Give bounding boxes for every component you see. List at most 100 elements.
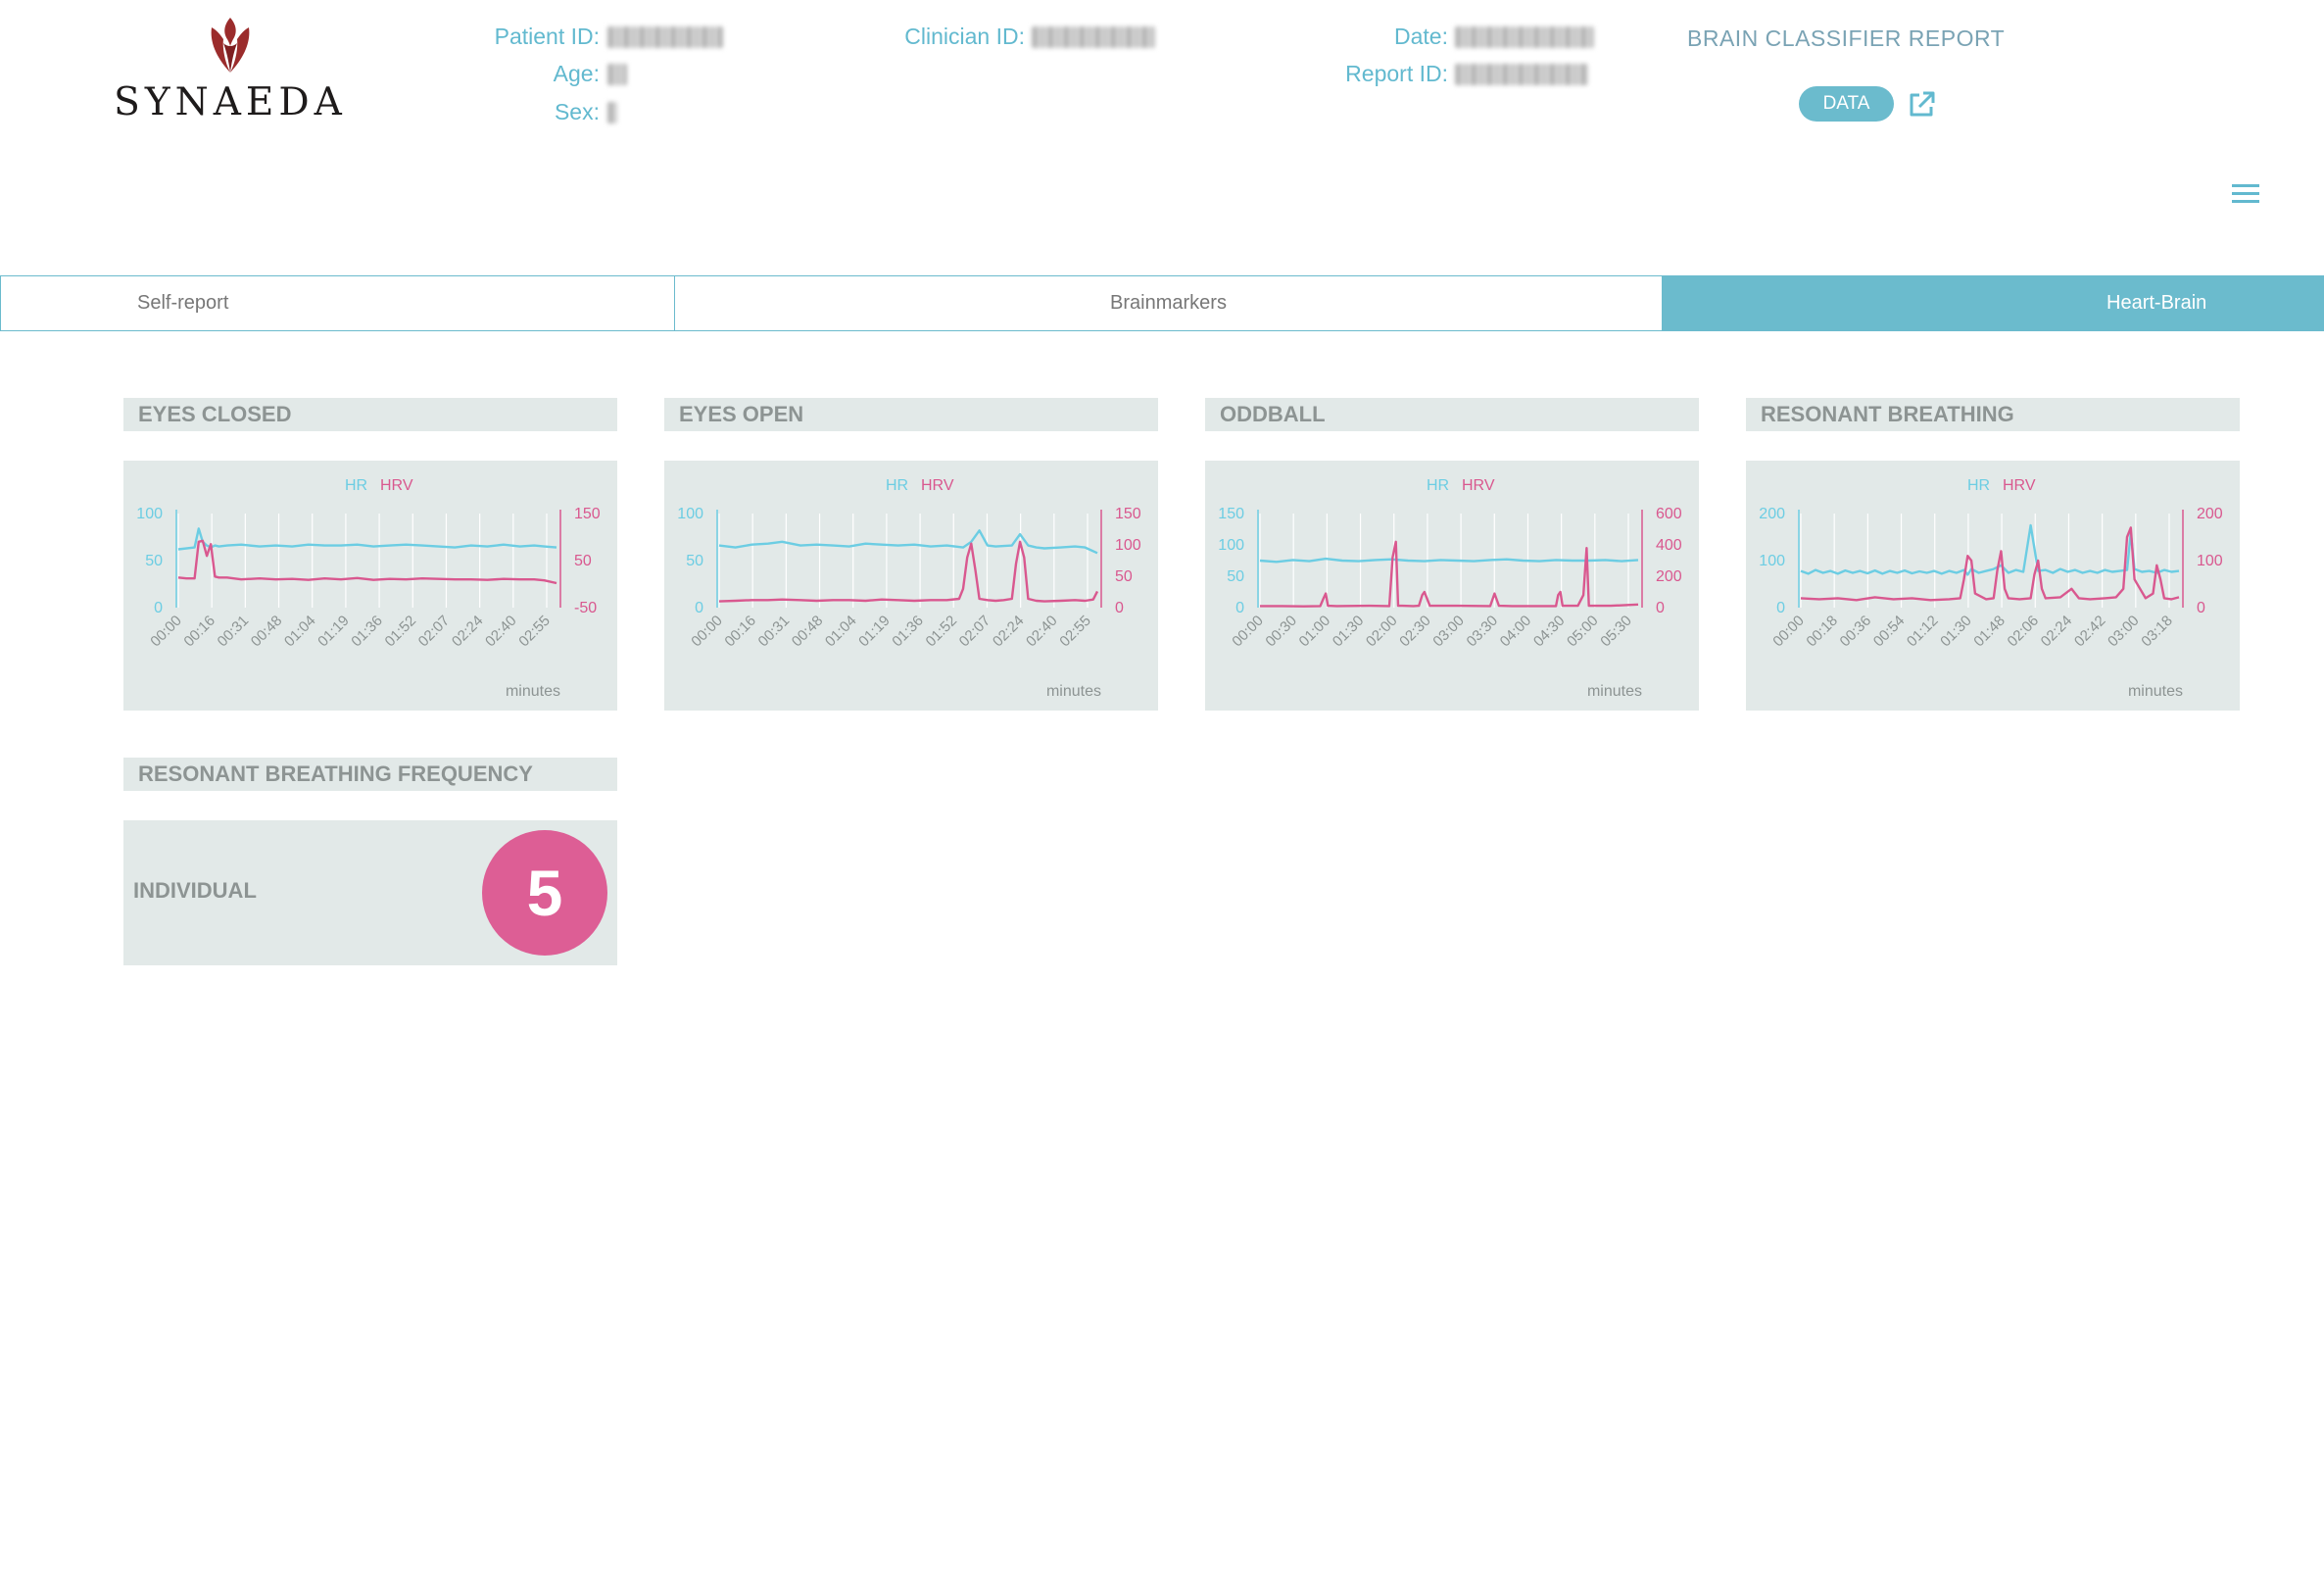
y-right-tick: 150: [1115, 506, 1141, 522]
panel-title-eyes-closed: EYES CLOSED: [123, 398, 617, 431]
x-tick-label: 01:30: [1937, 613, 1975, 651]
x-tick-label: 02:40: [1023, 613, 1061, 651]
x-tick-label: 01:19: [315, 613, 353, 651]
x-tick-label: 00:16: [721, 613, 759, 651]
menu-bar-bottom: [2232, 200, 2259, 203]
x-tick-label: 02:00: [1363, 613, 1401, 651]
x-tick-label: 00:31: [215, 613, 253, 651]
y-right-tick: 0: [1115, 600, 1124, 616]
x-tick-label: 00:16: [180, 613, 218, 651]
tab-bar: Self-report Brainmarkers Heart-Brain: [0, 275, 2324, 332]
tab-self-report[interactable]: Self-report: [0, 275, 675, 331]
y-left-tick: 100: [1759, 553, 1785, 569]
y-right-tick: 100: [2197, 553, 2223, 569]
y-left-tick: 0: [1235, 600, 1244, 616]
x-tick-label: 00:48: [248, 613, 286, 651]
y-right-tick: 0: [2197, 600, 2205, 616]
tab-brainmarkers-label: Brainmarkers: [1110, 292, 1227, 314]
hrv-series-line: [177, 539, 557, 585]
x-tick-label: 05:30: [1597, 613, 1635, 651]
x-tick-label: 00:31: [755, 613, 794, 651]
tab-heart-brain[interactable]: Heart-Brain: [1663, 275, 2324, 331]
x-tick-label: 00:36: [1837, 613, 1875, 651]
x-tick-label: 01:04: [822, 613, 860, 651]
sex-label: Sex:: [554, 99, 600, 124]
tab-self-report-label: Self-report: [137, 292, 229, 314]
y-right-tick: 100: [1115, 537, 1141, 554]
y-left-tick: 100: [1218, 537, 1244, 554]
legend-hrv: HRV: [921, 477, 954, 494]
panel-title-resonant-breathing: RESONANT BREATHING: [1746, 398, 2240, 431]
eyes-open-chart: HR HRV 100 50 0 150 100 50 0 00:00 00:16 00:31 00:48…: [664, 461, 1158, 711]
eyes-open-chart-svg: HR HRV10050015010050000:0000:1600:3100:48…: [677, 477, 1141, 700]
y-left-tick: 0: [154, 600, 163, 616]
age-label: Age:: [553, 61, 600, 86]
x-tick-label: 02:30: [1396, 613, 1434, 651]
hr-series-line: [1800, 523, 2180, 576]
legend-hr: HR: [1427, 477, 1449, 494]
x-tick-label: 02:06: [2005, 613, 2043, 651]
date-label: Date:: [1394, 24, 1448, 49]
x-tick-label: 02:07: [956, 613, 994, 651]
y-left-tick: 0: [695, 600, 703, 616]
y-left-tick: 0: [1776, 600, 1785, 616]
clinician-id-label: Clinician ID:: [904, 24, 1025, 49]
legend-hr: HR: [345, 477, 367, 494]
tab-heart-brain-label: Heart-Brain: [2106, 292, 2207, 314]
hrv-series-line: [1260, 540, 1639, 608]
oddball-chart-svg: HR HRV150100500600400200000:0000:3001:000…: [1218, 477, 1682, 700]
y-left-tick: 200: [1759, 506, 1785, 522]
report-id-value: [1455, 64, 1588, 85]
hr-series-line: [1259, 557, 1639, 564]
frequency-label: INDIVIDUAL: [133, 878, 257, 903]
legend-hr: HR: [886, 477, 908, 494]
x-tick-label: 02:24: [449, 613, 487, 651]
panel-title-eyes-open: EYES OPEN: [664, 398, 1158, 431]
eyes-closed-chart-svg: HR HRV10050015050-5000:0000:1600:3100:480…: [136, 477, 601, 700]
x-tick-label: 00:00: [1769, 613, 1808, 651]
patient-id-label: Patient ID:: [494, 24, 600, 49]
x-tick-label: 02:40: [482, 613, 520, 651]
y-right-tick: 150: [574, 506, 601, 522]
x-tick-label: 04:30: [1530, 613, 1569, 651]
x-tick-label: 05:00: [1564, 613, 1602, 651]
menu-bar-middle: [2232, 192, 2259, 195]
data-button[interactable]: DATA: [1799, 86, 1894, 122]
resonant-breathing-chart: HR HRV 200 100 0 200 100 0 00:00 00:18 00:36 00:54 0…: [1746, 461, 2240, 711]
y-left-tick: 50: [145, 553, 163, 569]
tulip-icon: [211, 18, 250, 73]
y-right-tick: 50: [574, 553, 592, 569]
y-left-tick: 100: [677, 506, 703, 522]
tab-brainmarkers[interactable]: Brainmarkers: [674, 275, 1663, 331]
hamburger-menu-icon[interactable]: [2232, 184, 2259, 206]
y-right-tick: 0: [1656, 600, 1665, 616]
x-axis-label: minutes: [2128, 683, 2183, 700]
x-axis-label: minutes: [1046, 683, 1101, 700]
x-tick-label: 00:00: [688, 613, 726, 651]
clinician-id-value: [1032, 26, 1155, 48]
y-right-tick: 400: [1656, 537, 1682, 554]
synaeda-logo: SYNAEDA: [108, 14, 353, 124]
x-tick-label: 00:00: [147, 613, 185, 651]
hrv-series-line: [1800, 526, 2180, 602]
x-tick-label: 01:36: [889, 613, 927, 651]
hrv-series-line: [718, 540, 1099, 603]
x-tick-label: 01:19: [855, 613, 894, 651]
y-right-tick: 200: [2197, 506, 2223, 522]
y-left-tick: 100: [136, 506, 163, 522]
x-tick-label: 01:52: [923, 613, 961, 651]
age-value: [607, 64, 627, 85]
panel-title-resonant-breathing-frequency: RESONANT BREATHING FREQUENCY: [123, 758, 617, 791]
y-right-tick: 50: [1115, 568, 1133, 585]
y-left-tick: 150: [1218, 506, 1244, 522]
oddball-chart: HR HRV 150 100 50 0 600 400 200 0 00:00 00:30 01:00 0…: [1205, 461, 1699, 711]
sex-value: [607, 102, 617, 123]
x-tick-label: 01:52: [382, 613, 420, 651]
x-tick-label: 02:55: [1056, 613, 1094, 651]
x-axis-label: minutes: [506, 683, 560, 700]
frequency-value-badge: 5: [482, 830, 607, 956]
x-axis-label: minutes: [1587, 683, 1642, 700]
hr-series-line: [177, 527, 557, 551]
external-link-icon[interactable]: [1907, 90, 1936, 120]
x-tick-label: 00:00: [1229, 613, 1267, 651]
